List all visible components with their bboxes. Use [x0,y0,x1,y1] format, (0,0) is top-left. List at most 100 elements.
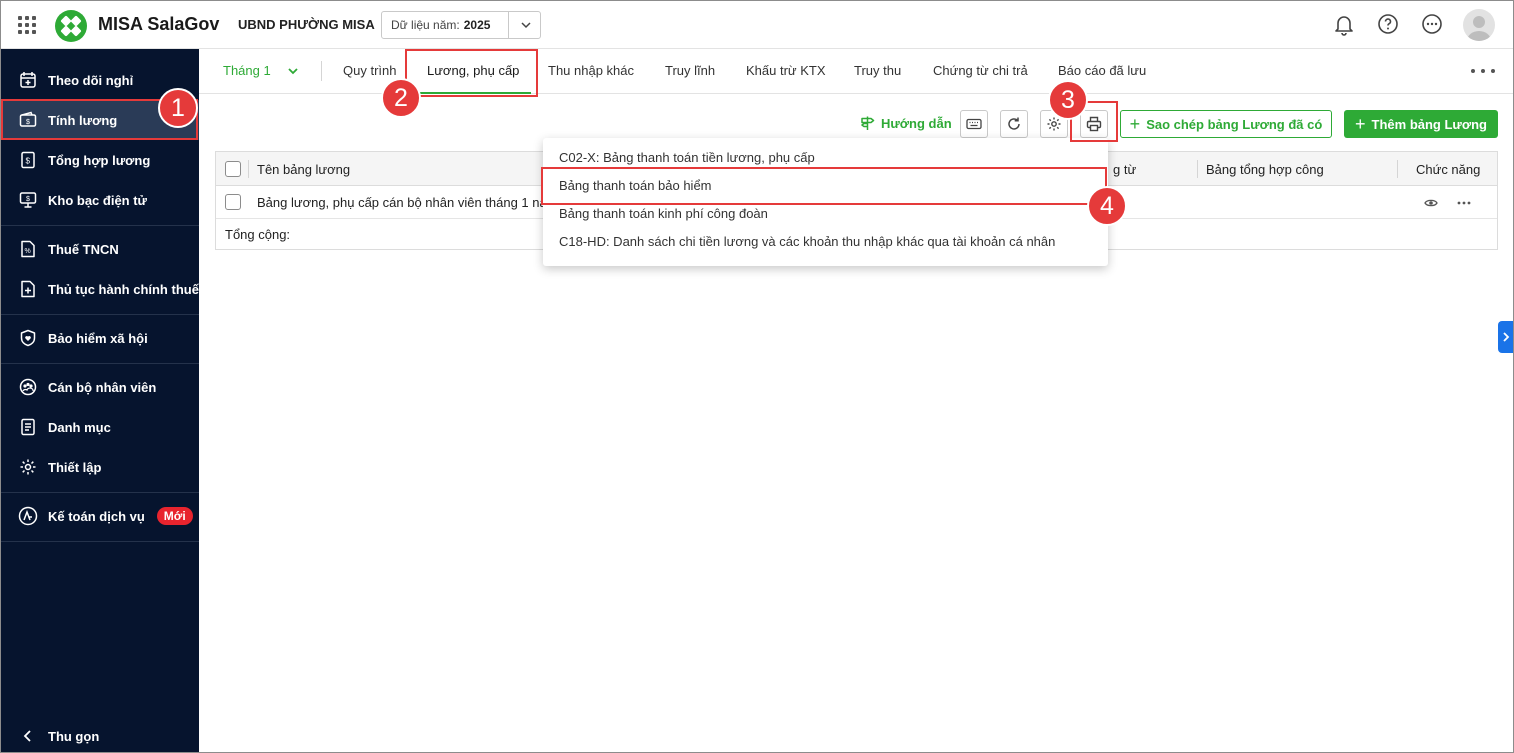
row-checkbox[interactable] [225,194,241,210]
select-all-checkbox[interactable] [225,161,241,177]
add-payroll-button[interactable]: + Thêm bảng Lương [1344,110,1498,138]
keyboard-icon [966,118,982,130]
sidebar-item-label: Tính lương [48,112,118,128]
more-tabs-button[interactable] [1471,62,1495,80]
more-circle-icon[interactable] [1420,12,1444,36]
sidebar-item-catalog[interactable]: Danh mục [0,407,199,447]
month-select-value: Tháng 1 [223,63,271,78]
tax-doc-icon: % [18,239,38,259]
sidebar-item-label: Thủ tục hành chính thuế [48,281,199,297]
column-header-attendance-summary: Bảng tổng hợp công [1206,162,1324,177]
app-name: MISA SalaGov [98,14,220,34]
refresh-button[interactable] [1000,110,1028,138]
calendar-icon [18,70,38,90]
monitor-icon: $ [18,190,38,210]
sidebar-item-accounting-service[interactable]: Kế toán dịch vụ Mới [0,496,199,536]
column-header-actions: Chức năng [1416,162,1481,177]
tab-saved-reports[interactable]: Báo cáo đã lưu [1058,63,1146,78]
year-select-divider [508,12,509,38]
tab-back-pay[interactable]: Truy lĩnh [665,63,715,78]
copy-payroll-button[interactable]: + Sao chép bảng Lương đã có [1120,110,1332,138]
guide-link[interactable]: Hướng dẫn [860,115,952,131]
sidebar-collapse-button[interactable]: Thu gọn [0,716,199,753]
svg-text:%: % [25,248,31,255]
user-avatar-icon [1467,16,1491,41]
print-menu-item-union-fee[interactable]: Bảng thanh toán kinh phí công đoàn [543,199,1108,227]
callout-step-4: 4 [1087,186,1127,226]
more-actions-icon[interactable] [1456,196,1472,210]
sidebar-item-e-treasury[interactable]: $ Kho bạc điện tử [0,180,199,220]
tab-recovery[interactable]: Truy thu [854,63,901,78]
sidebar-item-label: Bảo hiểm xã hội [48,330,148,346]
sidebar-divider [0,492,199,493]
sidebar-item-payroll-summary[interactable]: $ Tổng hợp lương [0,140,199,180]
sidebar-divider [0,541,199,542]
guide-label: Hướng dẫn [881,115,952,131]
keyboard-shortcuts-button[interactable] [960,110,988,138]
callout-step-1: 1 [158,88,198,128]
tab-process[interactable]: Quy trình [343,63,396,78]
app-launcher-icon[interactable] [18,16,36,34]
sidebar-item-label: Kế toán dịch vụ [48,508,145,524]
sidebar-item-label: Tổng hợp lương [48,152,151,168]
wallet-icon: $ [18,110,38,130]
sidebar-item-staff[interactable]: Cán bộ nhân viên [0,367,199,407]
add-payroll-label: Thêm bảng Lương [1371,116,1487,132]
svg-text:$: $ [26,119,30,126]
column-header-document: g từ [1113,162,1137,177]
tab-other-income[interactable]: Thu nhập khác [548,63,634,78]
plus-icon: + [1129,114,1141,134]
sidebar-collapse-label: Thu gọn [48,728,100,744]
sidebar-divider [0,225,199,226]
callout-step-2: 2 [381,78,421,118]
tab-salary-allowance[interactable]: Lương, phụ cấp [427,63,519,78]
sidebar-item-label: Cán bộ nhân viên [48,379,157,395]
tab-divider [321,61,322,81]
sidebar-item-label: Danh mục [48,419,111,435]
sidebar-divider [0,314,199,315]
year-select-value: 2025 [463,18,491,32]
column-divider [1197,160,1198,178]
signpost-icon [861,116,875,130]
plus-icon: + [1355,114,1366,134]
copy-payroll-label: Sao chép bảng Lương đã có [1146,116,1323,132]
bell-icon[interactable] [1332,12,1356,36]
sidebar-divider [0,363,199,364]
accounting-icon [18,506,38,526]
misa-logo-icon [55,10,87,42]
organization-name: UBND PHƯỜNG MISA [238,17,375,32]
print-menu-item-insurance[interactable]: Bảng thanh toán bảo hiểm [543,171,1108,199]
sidebar-item-personal-income-tax[interactable]: % Thuế TNCN [0,229,199,269]
chevron-right-icon [1503,332,1510,342]
doc-plus-icon [18,279,38,299]
help-icon[interactable] [1376,12,1400,36]
month-select[interactable]: Tháng 1 [223,63,299,78]
year-select[interactable]: Dữ liệu năm: 2025 [381,11,541,39]
eye-icon[interactable] [1424,196,1438,210]
year-select-label: Dữ liệu năm: [391,18,460,32]
payroll-name[interactable]: Bảng lương, phụ cấp cán bộ nhân viên thá… [257,195,558,210]
shield-heart-icon [18,328,38,348]
people-icon [18,377,38,397]
column-header-name: Tên bảng lương [257,162,351,177]
total-label: Tổng cộng: [225,227,291,242]
avatar[interactable] [1463,9,1495,41]
sidebar-item-social-insurance[interactable]: Bảo hiểm xã hội [0,318,199,358]
sidebar-item-settings[interactable]: Thiết lập [0,447,199,487]
new-badge: Mới [156,507,193,525]
list-doc-icon [18,417,38,437]
right-panel-toggle[interactable] [1498,321,1514,353]
print-menu: C02-X: Bảng thanh toán tiền lương, phụ c… [543,138,1108,266]
column-divider [1397,160,1398,178]
active-tab-indicator [412,92,531,94]
print-button[interactable] [1080,110,1108,138]
chevron-down-icon [521,22,531,29]
print-menu-item-c18hd[interactable]: C18-HD: Danh sách chi tiền lương và các … [543,227,1108,255]
sidebar-item-label: Kho bạc điện tử [48,192,147,208]
tab-dorm-deduction[interactable]: Khấu trừ KTX [746,63,826,78]
sidebar-item-label: Theo dõi nghỉ [48,72,134,88]
tab-payment-vouchers[interactable]: Chứng từ chi trả [933,63,1028,78]
sidebar-item-label: Thiết lập [48,459,102,475]
sidebar-item-tax-procedures[interactable]: Thủ tục hành chính thuế [0,269,199,309]
print-menu-item-c02x[interactable]: C02-X: Bảng thanh toán tiền lương, phụ c… [543,143,1108,171]
